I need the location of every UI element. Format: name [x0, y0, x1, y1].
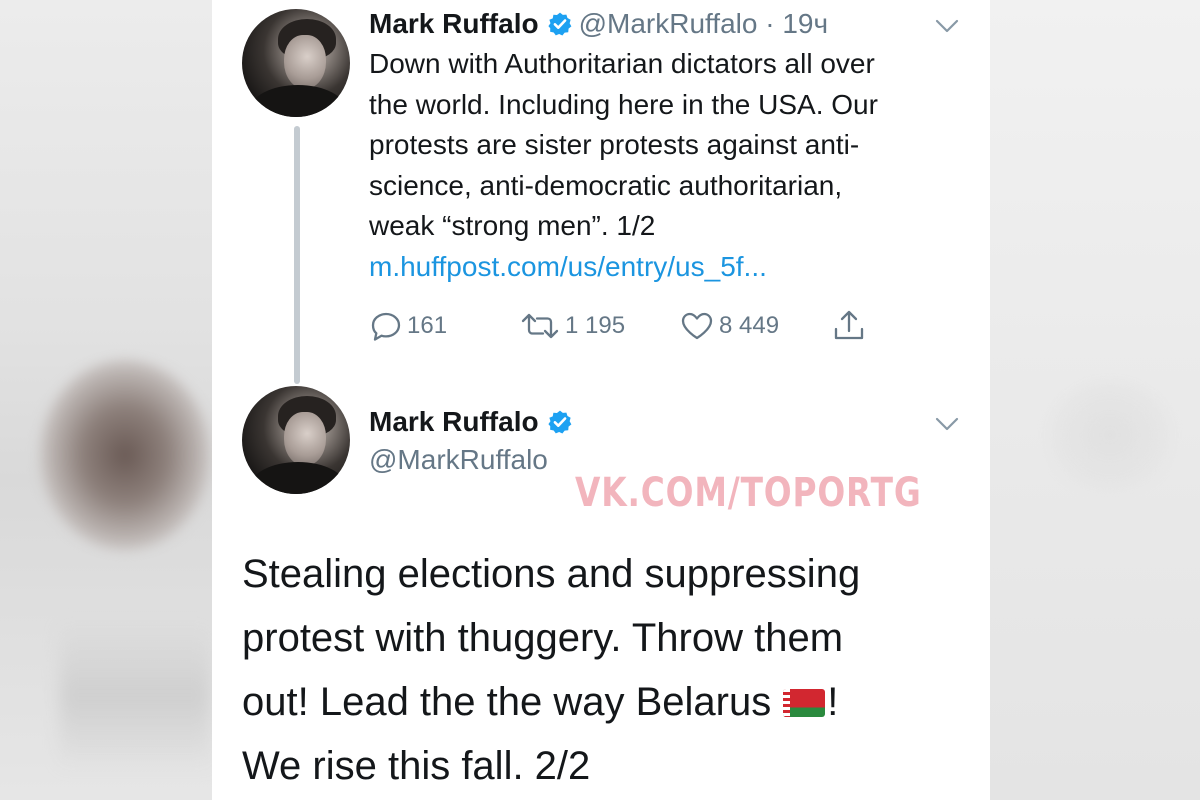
avatar-face [284, 412, 326, 466]
verified-badge-icon [547, 410, 571, 434]
background-blur-shape [1050, 380, 1170, 490]
tweet-header: Mark Ruffalo [369, 404, 579, 445]
tweet-text-line: weak “strong men”. 1/2 [369, 210, 656, 241]
reply-icon [371, 312, 401, 341]
tweet-actions: 161 1 195 8 449 [369, 308, 889, 344]
background-blur-shape [40, 360, 210, 550]
tweet-text: Down with Authoritarian dictators all ov… [369, 44, 969, 287]
tweet-text-fragment: out! Lead the the way Belarus [242, 680, 772, 724]
tweet-time[interactable]: 19ч [782, 8, 828, 39]
share-icon [834, 310, 864, 340]
verified-badge-icon [547, 12, 571, 36]
tweet-text-line: the world. Including here in the USA. Ou… [369, 88, 878, 120]
author-handle[interactable]: @MarkRuffalo [579, 8, 758, 39]
retweet-button[interactable]: 1 195 [519, 308, 625, 344]
avatar-shoulders [250, 85, 346, 117]
tweet-text-line: out! Lead the the way Belarus! [242, 670, 962, 734]
heart-icon [681, 312, 713, 340]
watermark: VK.COM/TOPORTG [575, 470, 922, 516]
like-button[interactable]: 8 449 [679, 308, 779, 344]
avatar[interactable] [242, 9, 350, 117]
time-separator: · [757, 8, 783, 39]
avatar-shoulders [250, 462, 346, 494]
reply-count: 161 [407, 312, 448, 339]
tweet-thread: Mark Ruffalo @MarkRuffalo · 19ч Down with… [212, 0, 990, 800]
author-name[interactable]: Mark Ruffalo [369, 406, 539, 437]
thread-line [294, 126, 300, 384]
retweet-icon [521, 313, 559, 339]
share-button[interactable] [831, 308, 867, 344]
author-handle[interactable]: @MarkRuffalo [369, 442, 548, 478]
retweet-count: 1 195 [565, 312, 626, 339]
belarus-flag-icon [783, 689, 826, 717]
tweet-header: Mark Ruffalo @MarkRuffalo · 19ч [369, 6, 828, 42]
tweet-text-fragment: ! [827, 680, 839, 724]
chevron-down-icon[interactable] [934, 18, 960, 34]
background-blur-shape [60, 620, 210, 770]
author-name[interactable]: Mark Ruffalo [369, 8, 539, 39]
tweet-text-line: science, anti-democratic authoritarian, [369, 169, 843, 201]
like-count: 8 449 [719, 312, 780, 339]
tweet-text-line: Stealing elections and suppressing [242, 552, 861, 596]
tweet-link[interactable]: m.huffpost.com/us/entry/us_5f... [369, 247, 969, 288]
tweet-text-line: Down with Authoritarian dictators all ov… [369, 48, 875, 79]
tweet-text-line: protests are sister protests against ant… [369, 129, 860, 160]
avatar-face [284, 35, 326, 89]
reply-button[interactable]: 161 [369, 308, 447, 344]
tweet-text-line: protest with thuggery. Throw them [242, 616, 844, 660]
avatar[interactable] [242, 386, 350, 494]
tweet-text-line: We rise this fall. 2/2 [242, 744, 591, 788]
chevron-down-icon[interactable] [934, 416, 960, 432]
tweet-text: Stealing elections and suppressing prote… [242, 542, 962, 798]
